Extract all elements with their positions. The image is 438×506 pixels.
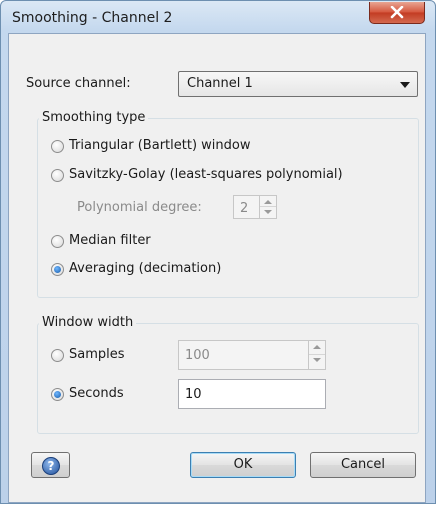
radio-averaging[interactable] xyxy=(51,263,64,276)
spin-up-icon[interactable] xyxy=(309,341,325,355)
dialog-client-area: Source channel: Channel 1 Smoothing type… xyxy=(8,33,426,503)
polynomial-degree-label: Polynomial degree: xyxy=(77,200,202,215)
spin-down-icon[interactable] xyxy=(260,207,276,218)
smoothing-type-title: Smoothing type xyxy=(39,110,149,125)
window-width-title: Window width xyxy=(39,315,137,330)
samples-spin[interactable] xyxy=(308,341,325,369)
ok-button[interactable]: OK xyxy=(190,452,296,478)
close-button[interactable] xyxy=(369,2,425,24)
chevron-down-icon xyxy=(400,82,410,88)
cancel-button[interactable]: Cancel xyxy=(310,452,416,478)
radio-seconds[interactable] xyxy=(51,388,64,401)
title-bar[interactable]: Smoothing - Channel 2 xyxy=(1,1,435,35)
radio-savitzky-golay-label[interactable]: Savitzky-Golay (least-squares polynomial… xyxy=(69,167,343,182)
seconds-input[interactable]: 10 xyxy=(178,379,326,409)
source-channel-value: Channel 1 xyxy=(187,76,253,91)
radio-savitzky-golay[interactable] xyxy=(51,169,64,182)
polynomial-degree-stepper[interactable]: 2 xyxy=(233,195,277,219)
close-icon xyxy=(390,6,404,19)
help-button[interactable]: ? xyxy=(31,452,70,478)
window-title: Smoothing - Channel 2 xyxy=(12,10,173,26)
radio-triangular[interactable] xyxy=(51,140,64,153)
radio-median-filter[interactable] xyxy=(51,235,64,248)
radio-averaging-label[interactable]: Averaging (decimation) xyxy=(69,261,221,276)
spin-up-icon[interactable] xyxy=(260,196,276,207)
radio-samples-label[interactable]: Samples xyxy=(69,347,125,362)
radio-samples[interactable] xyxy=(51,349,64,362)
polynomial-degree-value: 2 xyxy=(240,201,249,216)
samples-stepper[interactable]: 100 xyxy=(178,340,326,370)
source-channel-dropdown[interactable]: Channel 1 xyxy=(178,71,418,97)
source-channel-label: Source channel: xyxy=(26,76,131,91)
radio-triangular-label[interactable]: Triangular (Bartlett) window xyxy=(69,138,250,153)
polynomial-degree-spin[interactable] xyxy=(259,196,276,218)
help-icon: ? xyxy=(42,457,60,475)
samples-value: 100 xyxy=(185,348,210,363)
spin-down-icon[interactable] xyxy=(309,355,325,369)
radio-median-filter-label[interactable]: Median filter xyxy=(69,233,151,248)
seconds-value: 10 xyxy=(185,387,202,402)
radio-seconds-label[interactable]: Seconds xyxy=(69,386,124,401)
